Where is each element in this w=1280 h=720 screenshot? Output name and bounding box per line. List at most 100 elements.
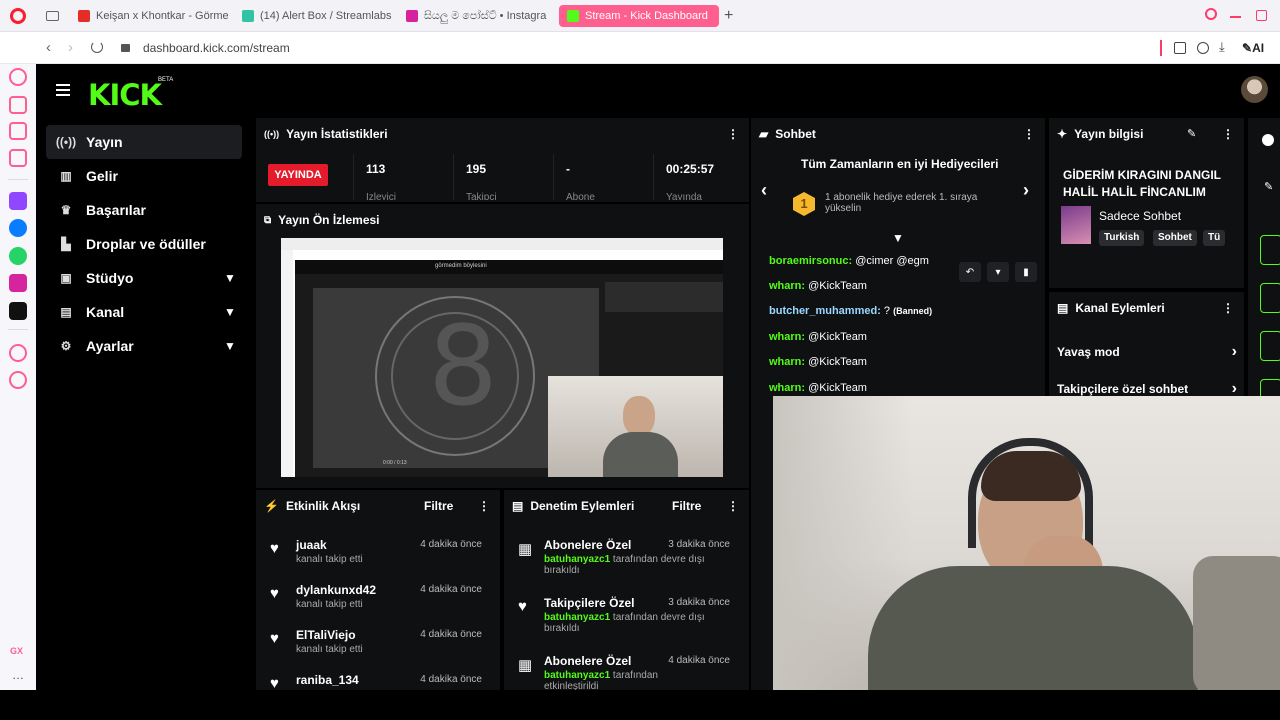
search-icon[interactable] xyxy=(1205,8,1217,20)
tag-chip[interactable]: Sohbet xyxy=(1153,230,1197,246)
tab-youtube[interactable]: Keişan x Khontkar - Görme xyxy=(70,5,228,27)
messenger-m-icon[interactable] xyxy=(9,149,27,167)
more-options-icon[interactable]: ⋮ xyxy=(727,499,739,513)
tab-instagram[interactable]: සියලු ම පෝස්ට් • Instagra xyxy=(398,5,550,27)
profile-icon[interactable] xyxy=(1197,42,1209,54)
instagram-icon[interactable] xyxy=(9,274,27,292)
nav-item-ayarlar[interactable]: ⚙ Ayarlar ▼ xyxy=(46,329,242,363)
event-user[interactable]: juaak xyxy=(296,538,327,552)
action-text: bırakıldı xyxy=(544,623,580,634)
nav-item-basarilar[interactable]: ♛ Başarılar xyxy=(46,193,242,227)
quick-action-button[interactable] xyxy=(1260,235,1280,265)
nav-item-studyo[interactable]: ▣ Stüdyo ▼ xyxy=(46,261,242,295)
quick-action-button[interactable] xyxy=(1260,331,1280,361)
aria-icon[interactable] xyxy=(9,68,27,86)
row-label: Yavaş mod xyxy=(1057,345,1120,359)
kick-logo[interactable]: KICK xyxy=(88,78,162,112)
history-icon[interactable] xyxy=(9,371,27,389)
tab-label: Keişan x Khontkar - Görme xyxy=(96,10,228,22)
tab-streamlabs[interactable]: (14) Alert Box / Streamlabs xyxy=(234,5,392,27)
delete-icon[interactable]: ▮ xyxy=(1015,262,1037,282)
preview-icon: ⧉ xyxy=(264,214,272,226)
chat-username[interactable]: wharn: xyxy=(769,356,805,368)
pinned-toggle-icon[interactable]: ▼ xyxy=(892,231,904,245)
chat-username[interactable]: wharn: xyxy=(769,382,805,394)
nav-item-droplar[interactable]: ▙ Droplar ve ödüller xyxy=(46,227,242,261)
tag-chip[interactable]: Turkish xyxy=(1099,230,1145,246)
more-icon[interactable]: … xyxy=(12,668,24,682)
maximize-icon[interactable] xyxy=(1256,10,1267,21)
extensions-icon[interactable] xyxy=(1174,42,1186,54)
webcam-overlay xyxy=(773,396,1280,690)
tag-chip[interactable]: Tü xyxy=(1203,230,1226,246)
edit-icon[interactable]: ✎ xyxy=(1264,180,1273,193)
undo-icon[interactable]: ↶ xyxy=(959,262,981,282)
wrench-icon: ✦ xyxy=(1057,127,1068,141)
event-user[interactable]: raniba_134 xyxy=(296,673,359,687)
tab-kick-dashboard[interactable]: Stream - Kick Dashboard xyxy=(559,5,719,27)
forward-icon[interactable]: › xyxy=(68,39,73,56)
chat-username[interactable]: boraemirsonuc: xyxy=(769,255,852,267)
pin-icon[interactable]: ▾ xyxy=(987,262,1009,282)
chat-username[interactable]: butcher_muhammed: xyxy=(769,305,881,317)
chevron-right-icon[interactable]: › xyxy=(1023,180,1029,201)
download-icon[interactable]: ⤓ xyxy=(1219,39,1225,55)
player-icon[interactable] xyxy=(9,344,27,362)
category-thumbnail xyxy=(1061,206,1091,244)
stream-preview-video[interactable]: görmedim böylesini 8 0:00 / 0:13 xyxy=(281,238,723,477)
moderation-filter-button[interactable]: Filtre xyxy=(672,499,701,513)
person-head xyxy=(623,396,655,436)
nav-item-kanal[interactable]: ▤ Kanal ▼ xyxy=(46,295,242,329)
more-options-icon[interactable]: ⋮ xyxy=(727,127,739,141)
url-field[interactable]: dashboard.kick.com/stream xyxy=(143,41,290,55)
stream-stats-panel: ((•)) Yayın İstatistikleri ⋮ YAYINDA 113 … xyxy=(256,118,749,202)
tab-overview-icon[interactable] xyxy=(46,11,59,21)
event-user[interactable]: dylankunxd42 xyxy=(296,583,376,597)
quick-action-button[interactable] xyxy=(1260,283,1280,313)
followers-only-row[interactable]: Takipçilere özel sohbet › xyxy=(1057,380,1237,397)
chat-username[interactable]: wharn: xyxy=(769,280,805,292)
opera-logo-icon[interactable] xyxy=(10,8,26,24)
more-options-icon[interactable]: ⋮ xyxy=(1222,301,1234,315)
x-twitter-icon[interactable] xyxy=(9,302,27,320)
whatsapp-icon[interactable] xyxy=(9,247,27,265)
back-icon[interactable]: ‹ xyxy=(46,39,51,56)
panel-title: Yayın İstatistikleri xyxy=(286,127,388,141)
crypto-wallet-icon[interactable] xyxy=(9,96,27,114)
edit-icon[interactable]: ✎ xyxy=(1187,127,1196,140)
nav-item-gelir[interactable]: ▥ Gelir xyxy=(46,159,242,193)
stream-info-panel: ✦ Yayın bilgisi ✎ ⋮ GİDERİM KIRAGINI DANG… xyxy=(1049,118,1244,288)
preview-search-text: görmedim böylesini xyxy=(435,263,487,269)
shopping-icon[interactable] xyxy=(9,122,27,140)
moderator-user[interactable]: batuhanyazc1 xyxy=(544,554,610,565)
more-options-icon[interactable]: ⋮ xyxy=(478,499,490,513)
minimize-icon[interactable] xyxy=(1230,16,1241,18)
event-user[interactable]: ElTaliViejo xyxy=(296,628,356,642)
chat-username[interactable]: wharn: xyxy=(769,331,805,343)
preview-webcam xyxy=(548,376,723,477)
ai-button[interactable]: ✎AI xyxy=(1242,41,1264,55)
chat-text: @KickTeam xyxy=(808,356,867,368)
activity-filter-button[interactable]: Filtre xyxy=(424,499,453,513)
event-time: 4 dakika önce xyxy=(420,539,482,550)
chevron-left-icon[interactable]: ‹ xyxy=(761,180,767,201)
slow-mode-row[interactable]: Yavaş mod › xyxy=(1057,343,1237,360)
moderator-user[interactable]: batuhanyazc1 xyxy=(544,612,610,623)
divider xyxy=(8,179,28,180)
info-icon[interactable] xyxy=(1262,134,1274,146)
gx-icon[interactable]: GX xyxy=(10,646,23,656)
category-name[interactable]: Sadece Sohbet xyxy=(1099,209,1181,223)
beta-badge: BETA xyxy=(158,77,174,83)
more-options-icon[interactable]: ⋮ xyxy=(1222,127,1234,141)
avatar[interactable] xyxy=(1241,76,1268,103)
twitch-icon[interactable] xyxy=(9,192,27,210)
nav-item-yayin[interactable]: ((•)) Yayın xyxy=(46,125,242,159)
reload-icon[interactable] xyxy=(91,41,103,53)
hamburger-menu-icon[interactable] xyxy=(56,84,70,96)
new-tab-icon[interactable]: + xyxy=(724,7,733,25)
messenger-icon[interactable] xyxy=(9,219,27,237)
more-options-icon[interactable]: ⋮ xyxy=(1023,127,1035,141)
moderator-user[interactable]: batuhanyazc1 xyxy=(544,670,610,681)
nav-label: Ayarlar xyxy=(86,338,134,354)
tab-label: (14) Alert Box / Streamlabs xyxy=(260,10,392,22)
